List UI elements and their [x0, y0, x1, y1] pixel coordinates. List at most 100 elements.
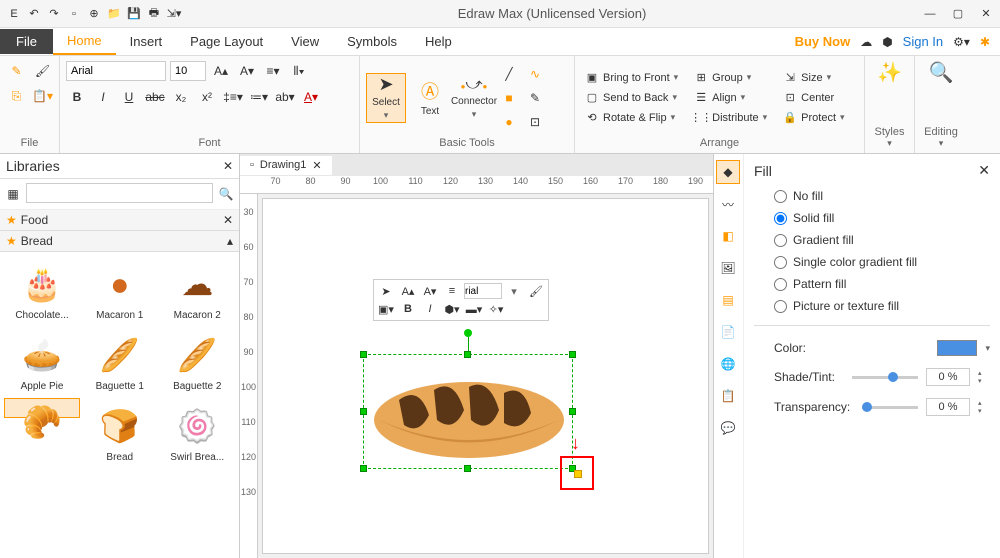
font-size-select[interactable] — [170, 61, 206, 81]
spinner-up-icon[interactable]: ▴ — [978, 369, 990, 377]
fill-gradient[interactable]: Gradient fill — [754, 229, 990, 251]
cursor-icon[interactable]: ➤ — [376, 282, 396, 300]
doc-tab-drawing1[interactable]: ▫ Drawing1 ✕ — [240, 156, 332, 175]
copy-icon[interactable]: ⎘ — [6, 85, 28, 107]
new-icon[interactable]: ▫ — [66, 6, 82, 22]
gear-icon[interactable]: ⚙▾ — [953, 35, 970, 49]
lib-item-baguette2[interactable]: 🥖Baguette 2 — [160, 327, 236, 396]
close-panel-icon[interactable]: ✕ — [223, 159, 233, 173]
close-fill-icon[interactable]: ✕ — [978, 162, 990, 179]
group-btn[interactable]: ⊞Group▾ — [690, 69, 755, 87]
lib-item-swirl[interactable]: 🍥Swirl Brea... — [160, 398, 236, 467]
font-select[interactable] — [66, 61, 166, 81]
align-left-icon[interactable]: ≡▾ — [262, 60, 284, 82]
shape-icon[interactable]: ⬢▾ — [442, 300, 462, 318]
selected-shape[interactable]: ↓ — [363, 354, 573, 469]
spinner-down-icon[interactable]: ▾ — [978, 377, 990, 385]
distribute-btn[interactable]: ⋮⋮Distribute▾ — [690, 109, 771, 127]
fill-pattern[interactable]: Pattern fill — [754, 273, 990, 295]
find-icon[interactable]: 🔍 — [929, 60, 954, 85]
rotate-handle[interactable] — [464, 329, 472, 337]
line-tool-icon[interactable]: ╱ — [498, 63, 520, 85]
shade-slider[interactable] — [852, 376, 918, 379]
lib-item-red-bean[interactable]: 🥐Red Bean... — [4, 398, 80, 418]
web-tab-icon[interactable]: 🌐 — [716, 352, 740, 376]
underline-icon[interactable]: U — [118, 86, 140, 108]
lib-item-macaron2[interactable]: ☁Macaron 2 — [160, 256, 236, 325]
center-btn[interactable]: ⊡Center — [779, 89, 838, 107]
subscript-icon[interactable]: x₂ — [170, 86, 192, 108]
lib-item-apple-pie[interactable]: 🥧Apple Pie — [4, 327, 80, 396]
font-grow-icon[interactable]: A▴ — [398, 282, 418, 300]
oval-tool-icon[interactable]: ● — [498, 111, 520, 133]
resize-handle-bl[interactable] — [360, 465, 367, 472]
lib-item-bread[interactable]: 🍞Bread — [82, 398, 158, 467]
add-page-icon[interactable]: ⊕ — [86, 6, 102, 22]
send-to-back[interactable]: ▢Send to Back▾ — [581, 89, 681, 107]
redo-icon[interactable]: ↷ — [46, 6, 62, 22]
curve-tool-icon[interactable]: ∿ — [524, 63, 546, 85]
close-icon[interactable]: ✕ — [978, 6, 994, 22]
fill-single-gradient[interactable]: Single color gradient fill — [754, 251, 990, 273]
decrease-font-icon[interactable]: A▾ — [236, 60, 258, 82]
bold-icon[interactable]: B — [66, 86, 88, 108]
align-icon[interactable]: ≡ — [442, 282, 462, 300]
format-painter-icon[interactable]: 🖌 — [526, 282, 546, 300]
library-search-input[interactable] — [26, 183, 213, 203]
eyedropper-icon[interactable]: ✎ — [6, 60, 28, 82]
resize-handle-b[interactable] — [464, 465, 471, 472]
resize-handle-tr[interactable] — [569, 351, 576, 358]
resize-handle-t[interactable] — [464, 351, 471, 358]
lib-item-chocolate[interactable]: 🎂Chocolate... — [4, 256, 80, 325]
undo-icon[interactable]: ↶ — [26, 6, 42, 22]
open-icon[interactable]: 📁 — [106, 6, 122, 22]
spinner-down-icon[interactable]: ▾ — [978, 407, 990, 415]
spinner-up-icon[interactable]: ▴ — [978, 399, 990, 407]
line-tab-icon[interactable]: 〰 — [716, 192, 740, 216]
page-tab-icon[interactable]: 📄 — [716, 320, 740, 344]
fill-picture[interactable]: Picture or texture fill — [754, 295, 990, 317]
mini-font-input[interactable] — [464, 283, 502, 299]
bold-icon[interactable]: B — [398, 300, 418, 318]
buy-now-link[interactable]: Buy Now — [795, 34, 851, 49]
color-picker[interactable] — [937, 340, 977, 356]
shade-value[interactable]: 0 % — [926, 368, 970, 386]
fill-solid[interactable]: Solid fill — [754, 207, 990, 229]
rotate-flip[interactable]: ⟲Rotate & Flip▾ — [581, 109, 679, 127]
tab-help[interactable]: Help — [411, 29, 466, 54]
resize-handle-tl[interactable] — [360, 351, 367, 358]
sign-in-link[interactable]: Sign In — [903, 34, 943, 49]
doc-tab-icon[interactable]: 📋 — [716, 384, 740, 408]
fill-tab-icon[interactable]: ◆ — [716, 160, 740, 184]
effects-icon[interactable]: ✧▾ — [486, 300, 506, 318]
resize-handle-l[interactable] — [360, 408, 367, 415]
canvas[interactable]: ➤ A▴ A▾ ≡ ▾ 🖌 ▣▾ B I ⬢▾ ▬▾ ✧▾ — [262, 198, 709, 554]
print-icon[interactable]: 🖶 — [146, 6, 162, 22]
strike-icon[interactable]: abc — [144, 86, 166, 108]
line-style-icon[interactable]: ▬▾ — [464, 300, 484, 318]
line-spacing-icon[interactable]: ‡≡▾ — [222, 86, 244, 108]
minimize-icon[interactable]: — — [922, 6, 938, 22]
font-color-icon[interactable]: A▾ — [300, 86, 322, 108]
increase-font-icon[interactable]: A▴ — [210, 60, 232, 82]
tab-home[interactable]: Home — [53, 28, 116, 55]
paste-icon[interactable]: 📋▾ — [32, 85, 54, 107]
lib-item-baguette1[interactable]: 🥖Baguette 1 — [82, 327, 158, 396]
category-food[interactable]: ★Food✕ — [0, 210, 239, 231]
brush-icon[interactable]: 🖌 — [32, 60, 54, 82]
italic-icon[interactable]: I — [92, 86, 114, 108]
category-bread[interactable]: ★Bread▴ — [0, 231, 239, 252]
fill-no-fill[interactable]: No fill — [754, 185, 990, 207]
cloud-icon[interactable]: ☁ — [860, 35, 872, 49]
search-icon[interactable]: 🔍 — [217, 183, 235, 205]
rect-tool-icon[interactable]: ■ — [498, 87, 520, 109]
maximize-icon[interactable]: ▢ — [950, 6, 966, 22]
protect-btn[interactable]: 🔒Protect▾ — [779, 109, 848, 127]
lib-item-macaron1[interactable]: ●Macaron 1 — [82, 256, 158, 325]
align-btn[interactable]: ☰Align▾ — [690, 89, 749, 107]
picture-tab-icon[interactable]: 🖼 — [716, 256, 740, 280]
crop-tool-icon[interactable]: ⊡ — [524, 111, 546, 133]
styles-icon[interactable]: ✨ — [877, 60, 902, 85]
highlight-icon[interactable]: ab▾ — [274, 86, 296, 108]
library-picker-icon[interactable]: ▦ — [4, 183, 22, 205]
